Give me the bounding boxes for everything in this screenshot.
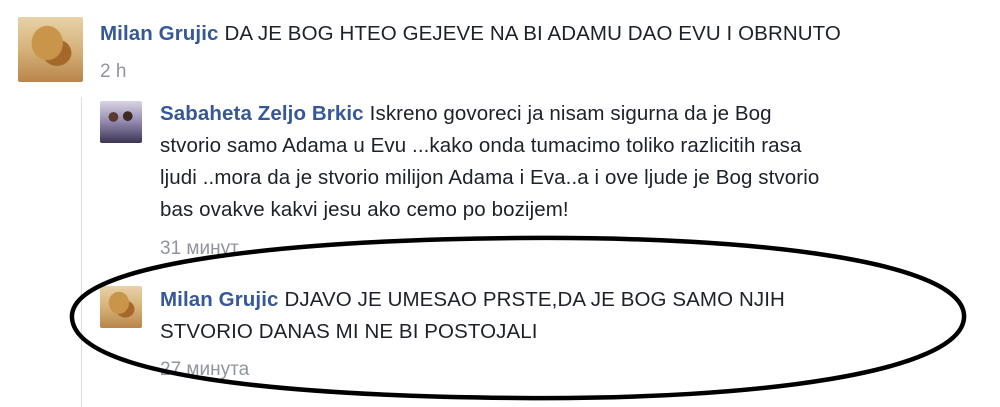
reply-2: Milan Grujic DJAVO JE UMESAO PRSTE,DA JE … [0,0,1000,407]
comment-timestamp[interactable]: 27 минута [160,359,249,381]
comment-body-line: DJAVO JE UMESAO PRSTE,DA JE BOG SAMO NJI… [284,288,785,311]
comment-text: Milan Grujic DJAVO JE UMESAO PRSTE,DA JE … [160,284,980,348]
avatar[interactable] [100,286,142,328]
comment-author[interactable]: Milan Grujic [160,288,279,311]
comment-body-line: STVORIO DANAS MI NE BI POSTOJALI [160,320,538,343]
comment-line-1: Milan Grujic DJAVO JE UMESAO PRSTE,DA JE … [160,284,980,316]
